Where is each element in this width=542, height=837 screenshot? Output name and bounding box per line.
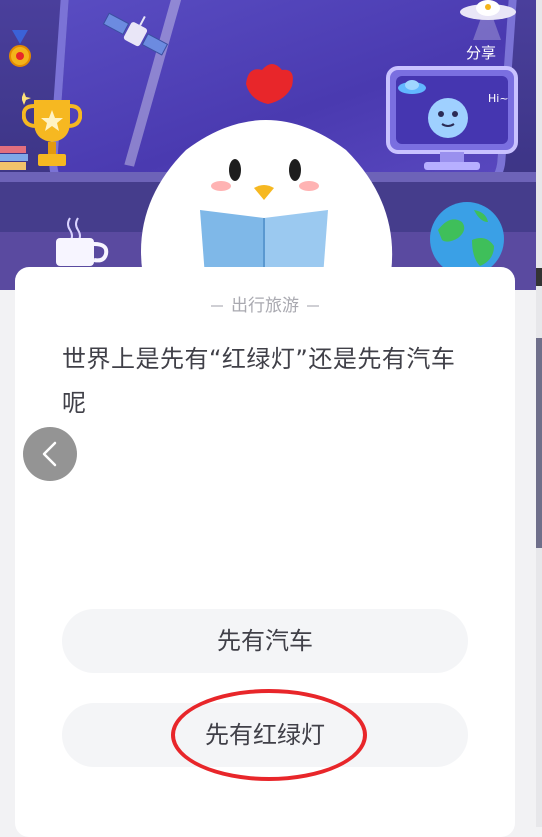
- edge-mark: [536, 268, 542, 286]
- question-text: 世界上是先有“红绿灯”还是先有汽车呢: [62, 345, 456, 417]
- category-label: 出行旅游: [231, 296, 299, 316]
- medal-icon: [9, 30, 31, 67]
- header-illustration: Hi~ 分享: [0, 0, 536, 290]
- mug-icon: [56, 217, 109, 266]
- satellite-icon: [102, 12, 169, 56]
- option-button-car-first[interactable]: 先有汽车: [62, 609, 468, 673]
- adjacent-panel-edge: [536, 0, 542, 827]
- quiz-card: 出行旅游 世界上是先有“红绿灯”还是先有汽车呢 先有汽车 先有红绿灯: [15, 267, 515, 837]
- edge-block: [536, 338, 542, 548]
- books-icon: [0, 146, 28, 170]
- divider-left: [211, 305, 223, 307]
- chevron-left-icon: [42, 441, 57, 467]
- share-button[interactable]: 分享: [466, 42, 496, 63]
- answer-highlight-circle: [171, 689, 367, 781]
- monitor-greeting: Hi~: [488, 92, 509, 105]
- ufo-share-icon[interactable]: [455, 0, 521, 40]
- category-heading: 出行旅游: [15, 291, 515, 316]
- trophy-icon: [22, 92, 82, 166]
- mascot-chick-icon: [141, 64, 393, 290]
- divider-right: [307, 305, 319, 307]
- back-button[interactable]: [23, 427, 77, 481]
